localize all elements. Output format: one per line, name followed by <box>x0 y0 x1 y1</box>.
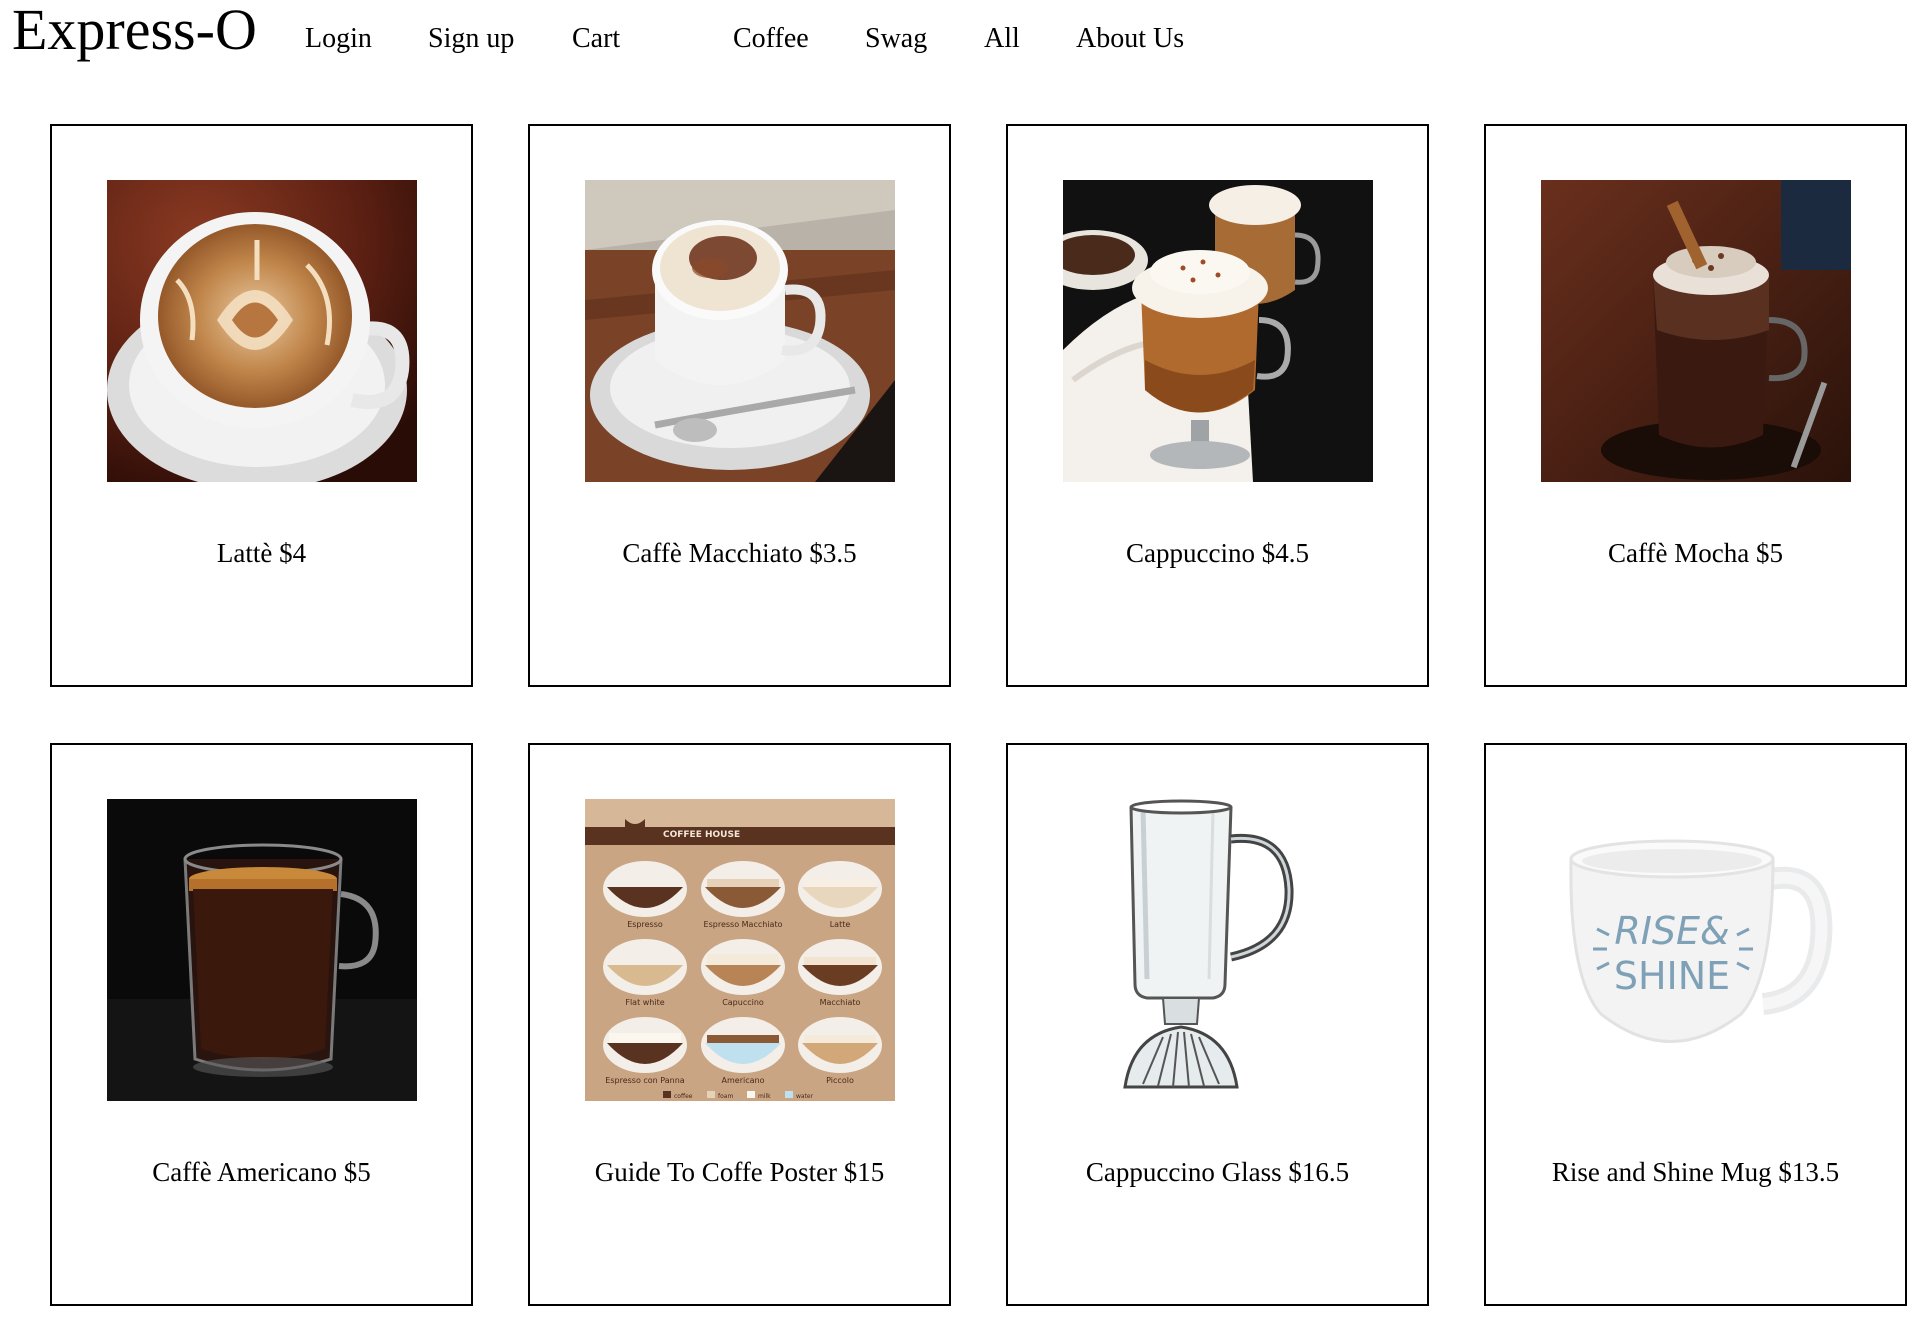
product-caption[interactable]: Caffè Macchiato $3.5 <box>530 536 949 570</box>
svg-text:Piccolo: Piccolo <box>826 1076 854 1085</box>
cappuccino-image[interactable] <box>1063 180 1373 482</box>
svg-text:Flat white: Flat white <box>625 998 664 1007</box>
product-caption[interactable]: Guide To Coffe Poster $15 <box>530 1155 949 1189</box>
svg-text:coffee: coffee <box>674 1093 693 1100</box>
product-card-poster[interactable]: COFFEE HOUSE Espresso Espresso Macchiato <box>528 743 951 1306</box>
svg-text:Americano: Americano <box>722 1076 765 1085</box>
site-header: Express-O Login Sign up Cart Coffee Swag… <box>0 0 1930 80</box>
svg-text:Latte: Latte <box>830 920 851 929</box>
product-caption[interactable]: Cappuccino Glass $16.5 <box>1008 1155 1427 1189</box>
americano-image[interactable] <box>107 799 417 1101</box>
product-caption[interactable]: Cappuccino $4.5 <box>1008 536 1427 570</box>
svg-text:Macchiato: Macchiato <box>820 998 861 1007</box>
product-card-cappuccino-glass[interactable]: Cappuccino Glass $16.5 <box>1006 743 1429 1306</box>
macchiato-image[interactable] <box>585 180 895 482</box>
svg-text:milk: milk <box>758 1093 771 1100</box>
nav-login-link[interactable]: Login <box>305 22 372 56</box>
nav-cart-link[interactable]: Cart <box>572 22 620 56</box>
cappuccino-glass-image[interactable] <box>1063 799 1373 1101</box>
nav-swag-link[interactable]: Swag <box>865 22 927 56</box>
svg-text:Espresso con Panna: Espresso con Panna <box>605 1076 685 1085</box>
product-grid: Lattè $4 Caffè Macchiato $3.5 Cappuccino… <box>50 124 1910 1306</box>
product-card-rise-and-shine-mug[interactable]: RISE& SHINE Rise and Shine Mug $13.5 <box>1484 743 1907 1306</box>
nav-signup-link[interactable]: Sign up <box>428 22 514 56</box>
svg-text:Espresso: Espresso <box>627 920 663 929</box>
product-caption[interactable]: Caffè Mocha $5 <box>1486 536 1905 570</box>
latte-image[interactable] <box>107 180 417 482</box>
brand-logo[interactable]: Express-O <box>12 0 257 60</box>
product-card-mocha[interactable]: Caffè Mocha $5 <box>1484 124 1907 687</box>
product-card-macchiato[interactable]: Caffè Macchiato $3.5 <box>528 124 951 687</box>
nav-about-link[interactable]: About Us <box>1076 22 1184 56</box>
nav-coffee-link[interactable]: Coffee <box>733 22 809 56</box>
mocha-image[interactable] <box>1541 180 1851 482</box>
mug-text-rise: RISE& <box>1614 909 1729 953</box>
product-card-latte[interactable]: Lattè $4 <box>50 124 473 687</box>
svg-text:water: water <box>796 1093 814 1100</box>
coffee-guide-poster-image[interactable]: COFFEE HOUSE Espresso Espresso Macchiato <box>585 799 895 1101</box>
mug-text-shine: SHINE <box>1614 954 1730 998</box>
product-card-cappuccino[interactable]: Cappuccino $4.5 <box>1006 124 1429 687</box>
svg-text:Capuccino: Capuccino <box>722 998 764 1007</box>
product-caption[interactable]: Rise and Shine Mug $13.5 <box>1486 1155 1905 1189</box>
svg-text:Espresso Macchiato: Espresso Macchiato <box>704 920 783 929</box>
poster-title: COFFEE HOUSE <box>663 830 740 840</box>
nav-all-link[interactable]: All <box>984 22 1020 56</box>
rise-and-shine-mug-image[interactable]: RISE& SHINE <box>1541 799 1851 1101</box>
product-card-americano[interactable]: Caffè Americano $5 <box>50 743 473 1306</box>
product-caption[interactable]: Caffè Americano $5 <box>52 1155 471 1189</box>
svg-text:foam: foam <box>718 1093 733 1100</box>
product-caption[interactable]: Lattè $4 <box>52 536 471 570</box>
